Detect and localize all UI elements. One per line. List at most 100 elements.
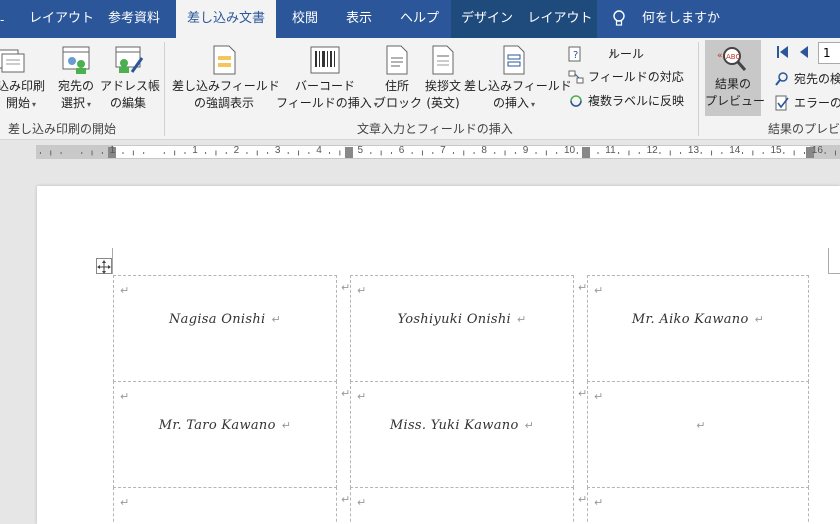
address-block-icon xyxy=(386,45,408,75)
insert-merge-field-button[interactable]: 差し込みフィールド の挿入 ▾ xyxy=(464,44,572,113)
find-recipient-button[interactable]: 宛先の検 xyxy=(774,69,840,89)
tab-layout[interactable]: レイアウト xyxy=(29,0,94,38)
ruler-number: 8 xyxy=(481,145,487,156)
greeting-line-button[interactable]: 挨拶文 (英文) xyxy=(420,44,466,112)
chevron-down-icon: ▾ xyxy=(610,49,615,58)
barcode-icon xyxy=(310,46,340,74)
label-cell[interactable]: ↵ ↵ xyxy=(587,381,809,488)
cell-end-mark: ↵ xyxy=(578,281,588,294)
tab-view[interactable]: 表示 xyxy=(346,0,372,38)
ribbon-mailings: 込み印刷 開始 ▾ 宛先の 選択 ▾ アドレス帳 の編集 差し込み印刷の開始 差… xyxy=(0,38,840,140)
insert-barcode-field-button[interactable]: バーコード フィールドの挿入 ▾ xyxy=(276,44,378,113)
highlight-fields-icon xyxy=(213,45,236,75)
svg-text:ABC: ABC xyxy=(726,53,740,61)
insert-field-icon xyxy=(503,45,525,75)
update-labels-button[interactable]: 複数ラベルに反映 xyxy=(568,91,688,111)
select-recipients-button[interactable]: 宛先の 選択 ▾ xyxy=(52,44,100,113)
paragraph-mark: ↵ xyxy=(271,313,281,326)
tab-help[interactable]: ヘルプ xyxy=(400,0,439,38)
paragraph-mark: ↵ xyxy=(357,284,367,297)
address-block-button[interactable]: 住所 ブロック xyxy=(374,44,423,112)
rules-button[interactable]: ? ルール ▾ xyxy=(568,44,678,64)
label-name: Mr. Taro Kawano ↵ xyxy=(114,418,336,433)
tab-table-design[interactable]: デザイン xyxy=(451,0,523,38)
paragraph-mark: ↵ xyxy=(517,313,527,326)
highlight-merge-fields-button[interactable]: 差し込みフィールド の強調表示 xyxy=(172,44,280,112)
paragraph-mark: ↵ xyxy=(594,496,604,509)
match-fields-button[interactable]: フィールドの対応 xyxy=(568,67,688,87)
insert-field-label-2: の挿入 xyxy=(492,96,529,110)
label-cell[interactable]: ↵ Nagisa Onishi ↵ xyxy=(113,275,337,382)
label-cell[interactable]: ↵ xyxy=(587,487,809,524)
label-cell[interactable]: ↵ Mr. Taro Kawano ↵ xyxy=(113,381,337,488)
paragraph-mark: ↵ xyxy=(281,419,292,432)
ribbon-tab-bar: - レイアウト 参考資料 差し込み文書 校閲 表示 ヘルプ デザイン レイアウト… xyxy=(0,0,840,38)
check-errors-button[interactable]: エラーのチ xyxy=(774,93,840,113)
ruler-number: 1 xyxy=(109,145,116,156)
start-merge-label-1: 込み印刷 xyxy=(0,79,45,93)
ruler-ticks xyxy=(36,146,840,159)
greeting-label-1: 挨拶文 xyxy=(424,79,461,93)
paragraph-mark: ↵ xyxy=(754,313,765,326)
record-number-input[interactable]: 1 xyxy=(818,42,840,64)
table-move-handle[interactable] xyxy=(96,258,112,274)
paragraph-mark: ↵ xyxy=(594,390,604,403)
paragraph-mark: ↵ xyxy=(524,419,535,432)
chevron-down-icon: ▾ xyxy=(87,100,92,109)
cell-end-mark: ↵ xyxy=(341,281,351,294)
paragraph-mark: ↵ xyxy=(594,284,604,297)
ruler-number: 12 xyxy=(646,145,658,156)
label-cell[interactable]: ↵ Miss. Yuki Kawano ↵ xyxy=(350,381,574,488)
select-recipients-label-2: 選択 xyxy=(60,96,85,110)
tab-mailings[interactable]: 差し込み文書 xyxy=(176,0,276,38)
recipients-icon xyxy=(62,46,90,74)
edit-list-icon xyxy=(115,46,144,73)
start-merge-label-2: 開始 xyxy=(5,96,30,110)
insert-field-label-1: 差し込みフィールド xyxy=(464,79,572,93)
preview-results-button[interactable]: ABC « 結果の プレビュー xyxy=(705,40,765,116)
label-name-text: Mr. Taro Kawano xyxy=(158,418,276,433)
ruler-column-marker xyxy=(345,147,353,158)
greeting-label-2: (英文) xyxy=(426,96,460,110)
label-name: Mr. Aiko Kawano ↵ xyxy=(588,312,808,327)
ruler-number: 5 xyxy=(357,145,364,156)
ruler-number: 14 xyxy=(729,145,741,156)
cell-end-mark: ↵ xyxy=(578,493,588,506)
ruler-number: 6 xyxy=(398,145,405,156)
first-record-button[interactable] xyxy=(776,44,790,60)
edit-recipient-list-button[interactable]: アドレス帳 の編集 xyxy=(100,44,161,112)
label-cell[interactable]: ↵ xyxy=(113,487,337,524)
previous-record-icon xyxy=(800,46,808,58)
update-labels-label: 複数ラベルに反映 xyxy=(588,94,685,108)
ruler-column-marker xyxy=(582,147,590,158)
label-name: Yoshiyuki Onishi ↵ xyxy=(351,312,573,327)
edit-address-label-1: アドレス帳 xyxy=(100,79,161,93)
check-errors-label: エラーのチ xyxy=(794,96,840,110)
previous-record-button[interactable] xyxy=(798,44,810,60)
find-recipient-icon xyxy=(775,72,788,86)
tab-review[interactable]: 校閲 xyxy=(292,0,318,38)
cell-end-mark: ↵ xyxy=(341,387,351,400)
tab-references[interactable]: 参考資料 xyxy=(108,0,160,38)
preview-label-1: 結果の xyxy=(714,77,751,91)
label-cell[interactable]: ↵ Mr. Aiko Kawano ↵ xyxy=(587,275,809,382)
tab-table-layout[interactable]: レイアウト xyxy=(523,0,597,38)
label-cell[interactable]: ↵ xyxy=(350,487,574,524)
ruler-left-margin xyxy=(36,146,112,159)
highlight-fields-label-2: の強調表示 xyxy=(193,96,254,110)
svg-text:«: « xyxy=(717,51,723,61)
greeting-line-icon xyxy=(432,45,454,75)
tell-me-text: 何をしますか xyxy=(642,11,721,26)
margin-corner-mark xyxy=(112,248,113,274)
label-name: Nagisa Onishi ↵ xyxy=(114,312,336,327)
svg-text:?: ? xyxy=(573,50,578,61)
ruler-number: 15 xyxy=(770,145,782,156)
ruler-number: 7 xyxy=(440,145,446,156)
paragraph-mark: ↵ xyxy=(120,390,130,403)
label-cell[interactable]: ↵ Yoshiyuki Onishi ↵ xyxy=(350,275,574,382)
label-name-text: Mr. Aiko Kawano xyxy=(631,312,749,327)
start-mail-merge-button[interactable]: 込み印刷 開始 ▾ xyxy=(0,44,48,113)
address-block-label-2: ブロック xyxy=(374,96,423,110)
match-fields-icon xyxy=(568,70,584,84)
horizontal-ruler[interactable]: 11234567891011121314151617 xyxy=(36,145,840,159)
